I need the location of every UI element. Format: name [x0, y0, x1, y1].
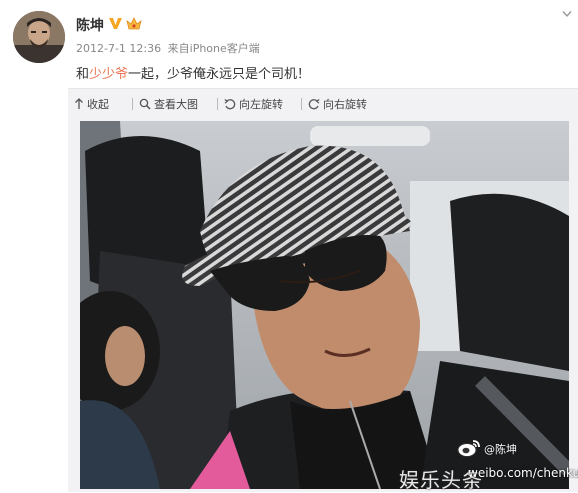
rotate-left-label: 向左旋转 [239, 98, 283, 111]
toolbar-divider [132, 98, 133, 110]
vip-crown-icon[interactable] [126, 16, 142, 31]
verified-v-icon [109, 18, 122, 29]
toolbar-divider [301, 98, 302, 110]
view-large-button[interactable]: 查看大图 [139, 95, 198, 113]
content-suffix: 一起，少爷俺永远只是个司机！ [128, 67, 311, 82]
weibo-post: 陈坤 2012-7-1 12:36 来自iPhone客户端 和少少爷一起，少爷俺… [0, 0, 578, 492]
view-large-label: 查看大图 [154, 98, 198, 111]
mention-link[interactable]: 少少爷 [89, 67, 128, 82]
arrow-up-icon [75, 98, 83, 109]
post-content: 和少少爷一起，少爷俺永远只是个司机！ [76, 63, 310, 82]
content-prefix: 和 [76, 67, 90, 82]
from-label: 来自 [167, 42, 190, 55]
post-photo[interactable] [80, 121, 569, 489]
watermark-url: weibo.com/chenkun [468, 466, 578, 480]
magnifier-icon [139, 98, 151, 110]
rotate-left-button[interactable]: 向左旋转 [224, 95, 283, 113]
chevron-down-icon[interactable] [562, 10, 572, 18]
post-timestamp[interactable]: 2012-7-1 12:36 [76, 42, 161, 55]
collapse-label: 收起 [87, 98, 109, 111]
collapse-button[interactable]: 收起 [74, 95, 109, 113]
client-link[interactable]: iPhone客户端 [190, 42, 260, 55]
weibo-logo-icon [457, 440, 480, 457]
rotate-right-label: 向右旋转 [323, 98, 367, 111]
rotate-left-icon [224, 99, 236, 110]
rotate-right-button[interactable]: 向右旋转 [308, 95, 367, 113]
toolbar-divider [217, 98, 218, 110]
post-meta: 2012-7-1 12:36 来自iPhone客户端 [76, 40, 260, 56]
car-selfie-image [80, 121, 569, 489]
rotate-right-icon [308, 99, 320, 110]
avatar[interactable] [13, 11, 65, 63]
watermark-handle: @陈坤 [484, 443, 517, 456]
username[interactable]: 陈坤 [76, 15, 104, 35]
